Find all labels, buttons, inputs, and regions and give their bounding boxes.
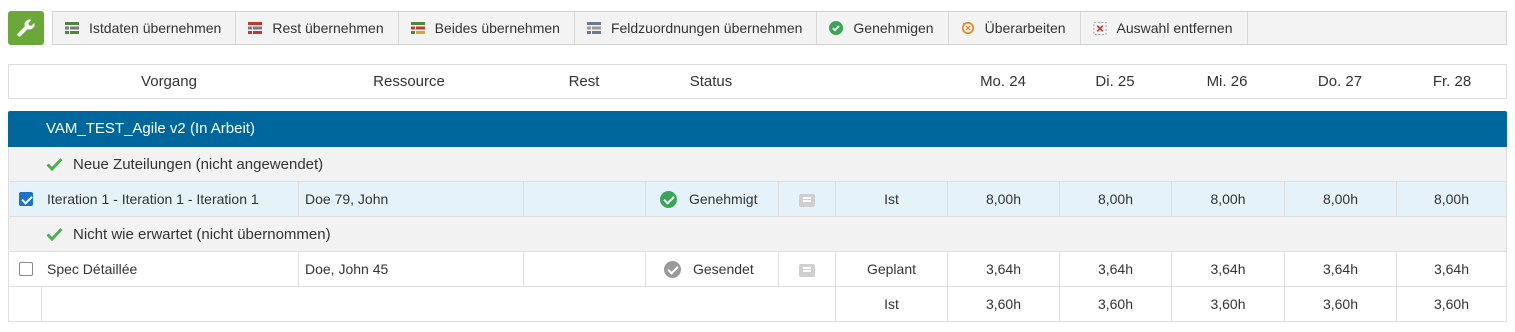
group-title: Nicht wie erwartet (nicht übernommen) [73, 225, 331, 243]
rest-cell [524, 182, 646, 216]
grid-gray-icon [586, 21, 601, 35]
day-value-cell[interactable]: 3,64h [1172, 252, 1285, 286]
table-row[interactable]: Spec Détaillée Doe, John 45 Gesendet Gep… [8, 252, 1507, 287]
group-header-not-expected[interactable]: Nicht wie erwartet (nicht übernommen) [8, 217, 1507, 252]
green-check-icon [46, 227, 63, 241]
empty-cell [42, 287, 836, 321]
status-label: Gesendet [693, 261, 754, 277]
day-value-cell[interactable]: 3,64h [1285, 252, 1397, 286]
comment-cell[interactable] [779, 252, 836, 286]
status-sent-icon [664, 260, 681, 278]
rest-cell [524, 252, 646, 286]
istdaten-button-label: Istdaten übernehmen [89, 20, 222, 36]
row-checkbox[interactable] [19, 262, 33, 276]
rest-button[interactable]: Rest übernehmen [236, 12, 399, 44]
feldzuordnungen-button[interactable]: Feldzuordnungen übernehmen [575, 12, 818, 44]
row-checkbox[interactable] [19, 192, 33, 206]
header-status[interactable]: Status [661, 65, 761, 98]
action-toolbar: Istdaten übernehmen Rest übernehmen Beid… [52, 11, 1507, 45]
day-value-cell[interactable]: 3,64h [1397, 252, 1506, 286]
ressource-cell: Doe, John 45 [299, 252, 524, 286]
header-day-3: Mi. 26 [1206, 73, 1248, 90]
day-value-cell[interactable]: 8,00h [1060, 182, 1172, 216]
day-value-cell[interactable]: 3,64h [948, 252, 1060, 286]
feldzuordnungen-button-label: Feldzuordnungen übernehmen [610, 20, 803, 36]
istdaten-button[interactable]: Istdaten übernehmen [53, 12, 237, 44]
ueberarbeiten-button-label: Überarbeiten [984, 20, 1066, 36]
day-value-cell[interactable]: 8,00h [948, 182, 1060, 216]
beides-button-label: Beides übernehmen [434, 20, 560, 36]
table-row[interactable]: Ist 3,60h 3,60h 3,60h 3,60h 3,60h [8, 287, 1507, 322]
remove-selection-icon [1092, 21, 1107, 35]
comment-icon [799, 193, 815, 207]
comment-icon [799, 263, 815, 277]
auswahl-entfernen-button[interactable]: Auswahl entfernen [1081, 12, 1248, 44]
line-type-cell: Ist [836, 287, 948, 321]
revise-icon [961, 21, 975, 35]
header-day-4: Do. 27 [1317, 73, 1363, 90]
ueberarbeiten-button[interactable]: Überarbeiten [949, 12, 1081, 44]
status-approved-icon [660, 190, 677, 208]
vorgang-cell: Iteration 1 - Iteration 1 - Iteration 1 [42, 182, 299, 216]
header-day-1: Mo. 24 [980, 73, 1026, 90]
project-header[interactable]: VAM_TEST_Agile v2 (In Arbeit) [8, 111, 1507, 147]
header-day-5: Fr. 28 [1432, 73, 1472, 90]
day-value-cell[interactable]: 3,60h [1172, 287, 1285, 321]
group-title: Neue Zuteilungen (nicht angewendet) [73, 155, 324, 173]
day-value-cell[interactable]: 8,00h [1172, 182, 1285, 216]
line-type-cell: Geplant [836, 252, 948, 286]
column-header-row: Vorgang Ressource Rest Status Mo. 24 Di.… [8, 64, 1507, 99]
header-vorgang[interactable]: Vorgang [79, 65, 259, 98]
day-value-cell[interactable]: 3,60h [948, 287, 1060, 321]
timesheet-grid: VAM_TEST_Agile v2 (In Arbeit) Neue Zutei… [8, 111, 1507, 322]
approve-check-icon [829, 21, 844, 35]
status-cell: Genehmigt [646, 182, 779, 216]
grid-mixed-icon [410, 21, 425, 35]
rest-button-label: Rest übernehmen [272, 20, 384, 36]
header-rest[interactable]: Rest [534, 65, 634, 98]
day-value-cell[interactable]: 8,00h [1397, 182, 1506, 216]
day-value-cell[interactable]: 3,60h [1060, 287, 1172, 321]
header-ressource[interactable]: Ressource [329, 65, 489, 98]
grid-red-icon [248, 21, 263, 35]
line-type-cell: Ist [836, 182, 948, 216]
status-cell: Gesendet [646, 252, 779, 286]
day-value-cell[interactable]: 8,00h [1285, 182, 1397, 216]
ressource-cell: Doe 79, John [299, 182, 524, 216]
beides-button[interactable]: Beides übernehmen [399, 12, 575, 44]
status-label: Genehmigt [689, 191, 758, 207]
auswahl-entfernen-button-label: Auswahl entfernen [1116, 20, 1233, 36]
group-header-new[interactable]: Neue Zuteilungen (nicht angewendet) [8, 147, 1507, 182]
vorgang-cell: Spec Détaillée [42, 252, 299, 286]
day-value-cell[interactable]: 3,64h [1060, 252, 1172, 286]
day-value-cell[interactable]: 3,60h [1397, 287, 1506, 321]
grid-green-icon [65, 21, 79, 35]
genehmigen-button[interactable]: Genehmigen [817, 12, 949, 44]
green-check-icon [46, 157, 63, 171]
wrench-badge[interactable] [8, 11, 44, 45]
empty-cell [9, 287, 42, 321]
header-day-2: Di. 25 [1095, 73, 1135, 90]
comment-cell[interactable] [779, 182, 836, 216]
genehmigen-button-label: Genehmigen [853, 20, 934, 36]
day-value-cell[interactable]: 3,60h [1285, 287, 1397, 321]
wrench-icon [17, 19, 35, 37]
table-row[interactable]: Iteration 1 - Iteration 1 - Iteration 1 … [8, 182, 1507, 217]
